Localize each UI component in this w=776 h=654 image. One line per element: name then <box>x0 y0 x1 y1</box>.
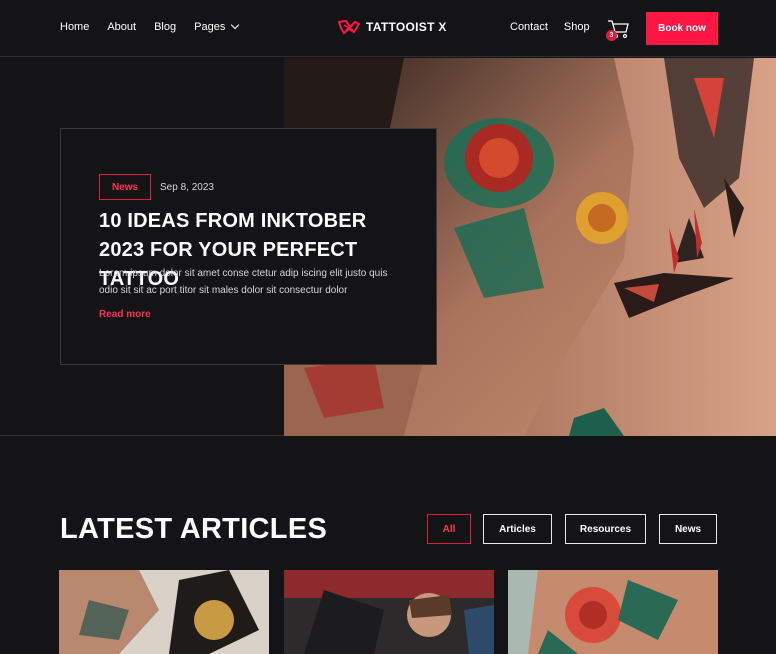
book-now-button[interactable]: Book now <box>646 12 718 45</box>
nav-pages[interactable]: Pages <box>194 20 240 33</box>
site-header: Home About Blog Pages TATTOOIST X Contac… <box>0 0 776 57</box>
post-date: Sep 8, 2023 <box>160 182 214 193</box>
nav-shop[interactable]: Shop <box>564 21 590 33</box>
filter-articles[interactable]: Articles <box>483 514 552 544</box>
latest-articles-heading: LATEST ARTICLES <box>60 513 328 545</box>
primary-nav-left: Home About Blog Pages <box>60 20 240 33</box>
post-excerpt: Lorem ipsum dolor sit amet conse ctetur … <box>99 268 388 296</box>
site-logo[interactable]: TATTOOIST X <box>338 19 447 35</box>
hero-section: News Sep 8, 2023 10 IDEAS FROM INKTOBER … <box>0 58 776 436</box>
nav-home[interactable]: Home <box>60 21 89 33</box>
nav-about[interactable]: About <box>107 21 136 33</box>
cart-count-badge: 3 <box>606 30 617 41</box>
read-more-link[interactable]: Read more <box>99 309 151 320</box>
nav-blog[interactable]: Blog <box>154 21 176 33</box>
logo-icon <box>338 19 360 35</box>
article-card-image-3[interactable] <box>508 570 718 654</box>
filter-all[interactable]: All <box>427 514 471 544</box>
chevron-down-icon <box>231 20 240 30</box>
nav-pages-label: Pages <box>194 21 226 33</box>
nav-contact[interactable]: Contact <box>510 21 548 33</box>
article-card-image-2[interactable] <box>284 570 494 654</box>
category-tag[interactable]: News <box>99 174 151 200</box>
featured-post-card: News Sep 8, 2023 10 IDEAS FROM INKTOBER … <box>60 128 437 365</box>
filter-resources[interactable]: Resources <box>565 514 646 544</box>
primary-nav-right: Contact Shop <box>510 21 590 33</box>
filter-news[interactable]: News <box>659 514 717 544</box>
logo-text: TATTOOIST X <box>366 20 447 34</box>
article-card-image-1[interactable] <box>59 570 269 654</box>
